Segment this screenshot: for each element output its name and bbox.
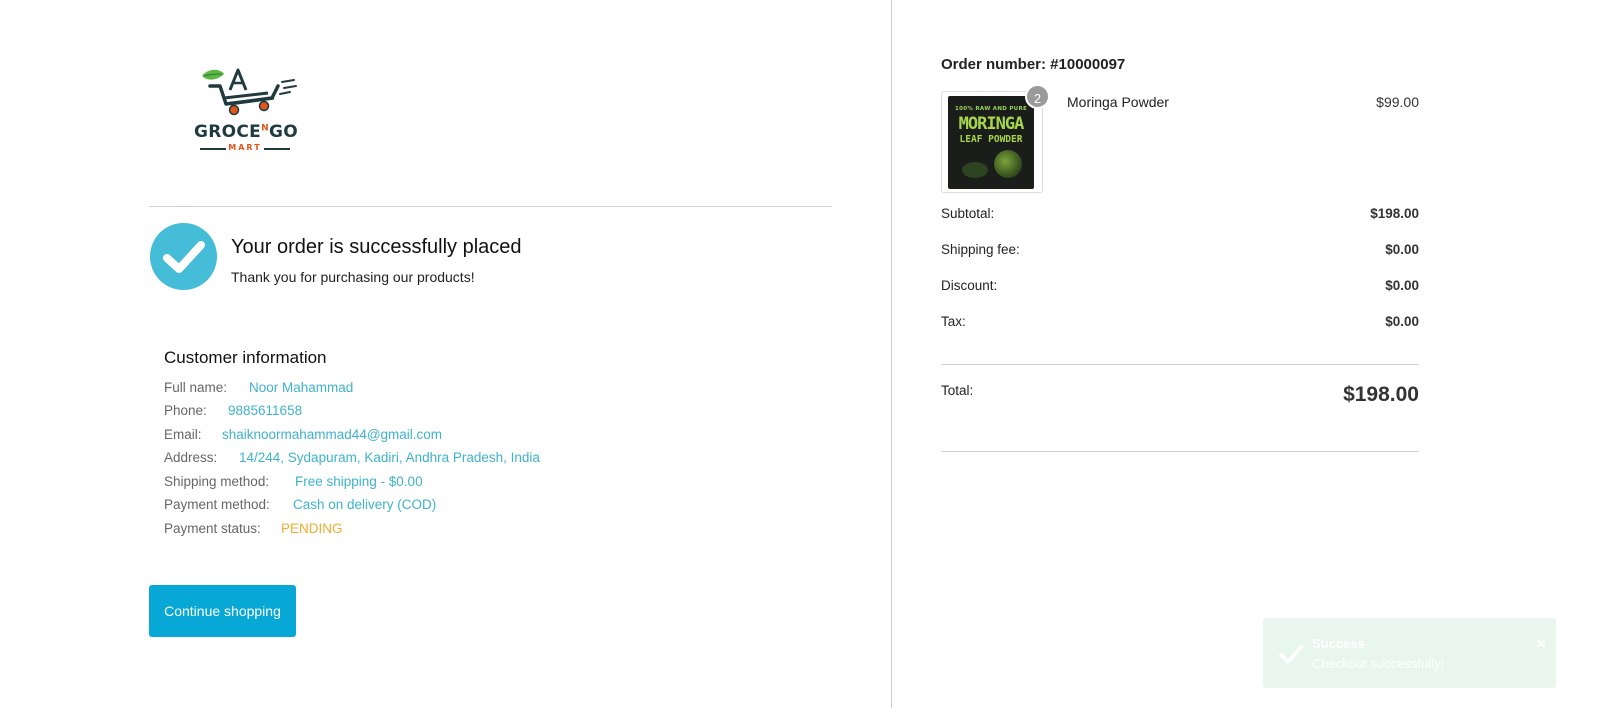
summary-tax: Tax: $0.00 bbox=[941, 314, 1419, 329]
header-divider bbox=[149, 206, 832, 207]
summary-subtotal: Subtotal: $198.00 bbox=[941, 206, 1419, 221]
success-toast[interactable]: Success Checkout successfully! × bbox=[1263, 618, 1556, 688]
logo-subtitle: MART bbox=[190, 143, 300, 152]
customer-info-title: Customer information bbox=[164, 348, 327, 367]
logo-wordmark: GROCENGO bbox=[194, 122, 298, 142]
toast-title: Success bbox=[1312, 636, 1365, 651]
shipping-fee-amount: $0.00 bbox=[1385, 242, 1419, 257]
discount-amount: $0.00 bbox=[1385, 278, 1419, 293]
email-value: shaiknoormahammad44@gmail.com bbox=[222, 427, 443, 442]
cart-logo-icon bbox=[202, 68, 297, 116]
customer-payment-status: Payment status: PENDING bbox=[164, 521, 343, 536]
phone-value: 9885611658 bbox=[228, 403, 303, 418]
tax-amount: $0.00 bbox=[1385, 314, 1419, 329]
total-label: Total: bbox=[941, 383, 974, 398]
customer-email: Email: shaiknoormahammad44@gmail.com bbox=[164, 427, 443, 442]
customer-full-name: Full name: Noor Mahammad bbox=[164, 380, 354, 395]
subtotal-amount: $198.00 bbox=[1370, 206, 1419, 221]
check-icon bbox=[1279, 645, 1303, 664]
payment-status-badge: PENDING bbox=[281, 521, 343, 536]
summary-discount: Discount: $0.00 bbox=[941, 278, 1419, 293]
order-number: Order number: #10000097 bbox=[941, 56, 1126, 73]
success-subtitle: Thank you for purchasing our products! bbox=[231, 269, 475, 285]
summary-divider bbox=[941, 364, 1419, 365]
success-title: Your order is successfully placed bbox=[231, 236, 522, 258]
summary-divider bbox=[941, 451, 1419, 452]
leaf-graphic bbox=[962, 162, 988, 178]
shipping-method-value: Free shipping - $0.00 bbox=[295, 474, 423, 489]
total-amount: $198.00 bbox=[1343, 383, 1419, 406]
customer-payment-method: Payment method: Cash on delivery (COD) bbox=[164, 497, 437, 512]
product-name: Moringa Powder bbox=[1067, 94, 1169, 110]
customer-address: Address: 14/244, Sydapuram, Kadiri, Andhr… bbox=[164, 450, 540, 465]
full-name-value: Noor Mahammad bbox=[249, 380, 354, 395]
toast-message: Checkout successfully! bbox=[1312, 656, 1445, 671]
moringa-package-image: 100% RAW AND PURE MORINGA LEAF POWDER bbox=[948, 96, 1034, 189]
summary-shipping-fee: Shipping fee: $0.00 bbox=[941, 242, 1419, 257]
close-icon[interactable]: × bbox=[1536, 634, 1546, 654]
address-value: 14/244, Sydapuram, Kadiri, Andhra Prades… bbox=[239, 450, 540, 465]
customer-phone: Phone: 9885611658 bbox=[164, 403, 303, 418]
grocengo-logo[interactable]: GROCENGO MART bbox=[190, 64, 306, 156]
checkout-success-panel: GROCENGO MART Your order is successfully… bbox=[0, 0, 891, 721]
leaf-graphic bbox=[994, 150, 1022, 178]
customer-shipping-method: Shipping method: Free shipping - $0.00 bbox=[164, 474, 423, 489]
payment-method-value: Cash on delivery (COD) bbox=[293, 497, 437, 512]
order-summary-panel: Order number: #10000097 100% RAW AND PUR… bbox=[892, 0, 1600, 721]
check-circle-icon bbox=[150, 223, 217, 290]
product-price: $99.00 bbox=[1376, 94, 1419, 110]
continue-shopping-button[interactable]: Continue shopping bbox=[149, 585, 296, 637]
quantity-badge: 2 bbox=[1025, 84, 1050, 109]
product-thumbnail[interactable]: 100% RAW AND PURE MORINGA LEAF POWDER bbox=[941, 91, 1043, 193]
